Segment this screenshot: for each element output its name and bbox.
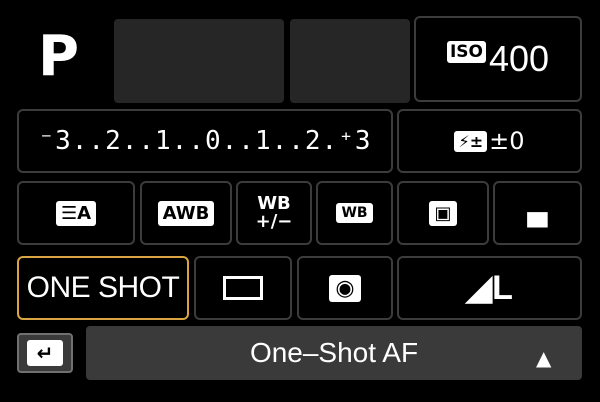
white-balance[interactable]: AWB <box>140 181 232 245</box>
peripheral-illumination-icon: ▣ <box>429 200 457 226</box>
af-mode-value: ONE SHOT <box>26 271 180 304</box>
iso-icon: ISO <box>446 41 486 63</box>
image-quality-value: ◢L <box>466 269 513 307</box>
iso-setting[interactable]: ISO 400 <box>414 16 582 102</box>
awb-icon: AWB <box>157 200 215 226</box>
shooting-mode-label: P <box>38 24 80 89</box>
iso-value: 400 <box>488 38 550 79</box>
exposure-compensation[interactable]: ⁻3..2..1..0..1..2.⁺3 <box>17 109 393 173</box>
picture-style[interactable]: ☰A <box>17 181 135 245</box>
flash-comp-value: ±0 <box>489 127 525 155</box>
picture-style-icon: ☰A <box>55 200 97 226</box>
single-shot-icon <box>223 276 263 300</box>
back-button[interactable]: ↵ <box>17 333 73 373</box>
flash-comp-icon: ⚡± <box>454 130 488 152</box>
drive-mode[interactable] <box>194 256 292 320</box>
empty-slot-2 <box>290 19 410 103</box>
peripheral-illumination[interactable]: ▣ <box>397 181 489 245</box>
wb-shift[interactable]: WB +/− <box>236 181 312 245</box>
image-quality[interactable]: ◢L <box>397 256 582 320</box>
status-text: One–Shot AF <box>249 337 419 368</box>
wb-bracket-icon: WB <box>336 203 373 223</box>
metering-icon: ◉ <box>329 274 361 302</box>
metering-mode[interactable]: ◉ <box>297 256 393 320</box>
wb-shift-icon: WB +/− <box>255 193 293 232</box>
alo-icon: ▄ <box>527 198 548 228</box>
af-mode[interactable]: ONE SHOT <box>17 256 189 320</box>
auto-lighting-optimizer[interactable]: ▄ <box>493 181 582 245</box>
empty-slot-1 <box>114 19 284 103</box>
exposure-scale: ⁻3..2..1..0..1..2.⁺3 <box>38 126 372 156</box>
return-icon: ↵ <box>27 340 63 366</box>
wb-bracketing[interactable]: WB <box>316 181 393 245</box>
chevron-up-icon[interactable]: ▲ <box>536 346 551 370</box>
flash-exposure-compensation[interactable]: ⚡± ±0 <box>397 109 582 173</box>
